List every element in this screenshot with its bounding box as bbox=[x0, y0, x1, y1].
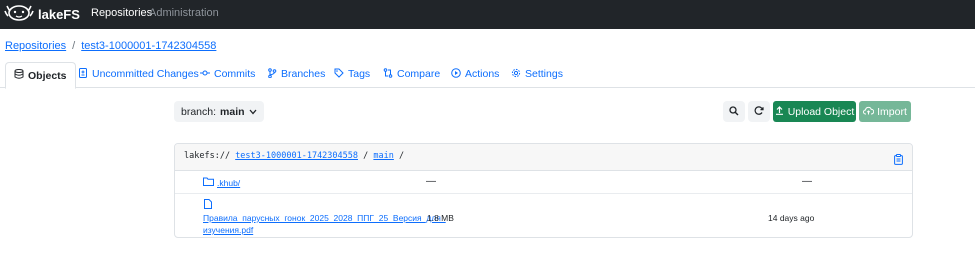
tab-branches[interactable]: Branches bbox=[267, 62, 325, 86]
nav-repositories[interactable]: Repositories bbox=[91, 7, 152, 19]
breadcrumb: Repositories / test3-1000001-1742304558 bbox=[5, 40, 216, 52]
branch-prefix: branch: bbox=[181, 105, 217, 118]
tab-objects[interactable]: Objects bbox=[5, 62, 76, 89]
tab-label: Settings bbox=[525, 68, 563, 80]
tag-icon bbox=[334, 68, 344, 81]
tab-uncommitted-changes[interactable]: Uncommitted Changes bbox=[78, 62, 199, 86]
tab-commits[interactable]: Commits bbox=[200, 62, 255, 86]
upload-label: Upload Object bbox=[787, 105, 855, 118]
nav-administration[interactable]: Administration bbox=[149, 7, 219, 19]
refresh-icon bbox=[754, 103, 764, 121]
path-separator: / bbox=[363, 151, 369, 161]
tab-label: Actions bbox=[465, 68, 500, 80]
path-separator: / bbox=[399, 151, 405, 161]
refresh-button[interactable] bbox=[748, 101, 770, 122]
tab-label: Commits bbox=[214, 68, 256, 80]
tab-label: Objects bbox=[28, 69, 67, 82]
tab-label: Tags bbox=[348, 68, 371, 80]
tab-settings[interactable]: Settings bbox=[511, 62, 563, 86]
object-modified: — bbox=[802, 176, 812, 187]
brand[interactable]: lakeFS bbox=[4, 3, 80, 25]
upload-icon bbox=[775, 105, 784, 118]
object-name-link[interactable]: .khub/ bbox=[217, 178, 240, 188]
object-size: — bbox=[426, 176, 436, 187]
object-modified: 14 days ago bbox=[768, 213, 815, 223]
commit-icon bbox=[200, 68, 210, 81]
brand-name: lakeFS bbox=[38, 6, 80, 22]
chevron-down-icon bbox=[249, 106, 257, 118]
object-path: lakefs:// test3-1000001-1742304558 / mai… bbox=[184, 151, 404, 161]
file-icon bbox=[204, 199, 212, 211]
tab-actions[interactable]: Actions bbox=[451, 62, 499, 86]
axolotl-logo-icon bbox=[4, 2, 34, 27]
object-tree-card: lakefs:// test3-1000001-1742304558 / mai… bbox=[174, 143, 913, 238]
top-navbar: lakeFS Repositories Administration bbox=[0, 0, 975, 29]
branch-selector[interactable]: branch: main bbox=[174, 101, 264, 122]
tab-label: Branches bbox=[281, 68, 326, 80]
object-size: 1.8 MB bbox=[427, 213, 454, 223]
branch-name: main bbox=[220, 105, 245, 118]
repo-tabs: Objects Uncommitted Changes Commits Bran… bbox=[0, 62, 975, 89]
upload-object-button[interactable]: Upload Object bbox=[773, 101, 856, 122]
compare-icon bbox=[383, 67, 393, 81]
search-button[interactable] bbox=[723, 101, 745, 122]
play-icon bbox=[451, 67, 461, 81]
gear-icon bbox=[511, 68, 521, 81]
object-name-link-continued[interactable]: изучения.pdf bbox=[203, 225, 253, 235]
table-row[interactable]: Правила_парусных_гонок_2025_2028_ППГ_25_… bbox=[175, 194, 912, 237]
breadcrumb-repo[interactable]: test3-1000001-1742304558 bbox=[81, 40, 216, 52]
file-diff-icon bbox=[78, 67, 88, 81]
path-header: lakefs:// test3-1000001-1742304558 / mai… bbox=[175, 144, 912, 171]
database-icon bbox=[14, 69, 24, 82]
import-button[interactable]: Import bbox=[859, 101, 911, 122]
clipboard-icon[interactable] bbox=[894, 152, 903, 170]
breadcrumb-separator: / bbox=[72, 40, 76, 52]
search-icon bbox=[729, 103, 739, 121]
tab-tags[interactable]: Tags bbox=[334, 62, 370, 86]
path-repo-link[interactable]: test3-1000001-1742304558 bbox=[235, 151, 358, 161]
tab-label: Compare bbox=[397, 68, 441, 80]
branch-icon bbox=[267, 67, 277, 81]
breadcrumb-repositories[interactable]: Repositories bbox=[5, 40, 66, 52]
table-row[interactable]: .khub/ — — bbox=[175, 171, 912, 194]
path-branch-link[interactable]: main bbox=[373, 151, 393, 161]
object-name-link[interactable]: Правила_парусных_гонок_2025_2028_ППГ_25_… bbox=[203, 213, 446, 223]
path-scheme: lakefs:// bbox=[184, 151, 231, 161]
cloud-upload-icon bbox=[863, 106, 875, 118]
tab-label: Uncommitted Changes bbox=[92, 68, 199, 80]
import-label: Import bbox=[877, 105, 907, 118]
tab-compare[interactable]: Compare bbox=[383, 62, 440, 86]
folder-icon bbox=[203, 177, 214, 188]
